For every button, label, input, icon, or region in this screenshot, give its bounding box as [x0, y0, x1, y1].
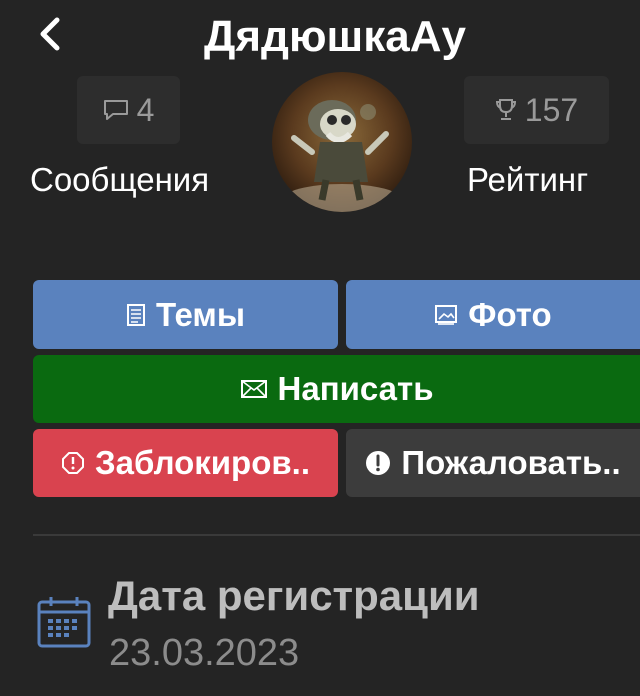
exclamation-circle-icon	[366, 451, 391, 475]
rating-label: Рейтинг	[467, 161, 589, 198]
block-button[interactable]: Заблокиров..	[33, 429, 338, 497]
avatar-photo	[272, 72, 412, 212]
page-title: ДядюшкаАу	[204, 12, 466, 61]
back-button[interactable]	[28, 12, 72, 56]
divider	[33, 534, 640, 536]
avatar[interactable]	[272, 72, 412, 212]
rating-count: 157	[524, 91, 579, 128]
report-button[interactable]: Пожаловать..	[346, 429, 640, 497]
block-label: Заблокиров..	[94, 444, 310, 481]
image-icon	[435, 304, 458, 325]
rating-count-chip[interactable]: 157	[464, 76, 609, 144]
registration-date: 23.03.2023	[109, 632, 300, 674]
write-label: Написать	[277, 370, 434, 407]
document-icon	[126, 303, 145, 326]
topics-button[interactable]: Темы	[33, 280, 338, 349]
topics-label: Темы	[155, 295, 246, 333]
messages-count: 4	[136, 91, 155, 128]
report-label: Пожаловать..	[401, 444, 621, 481]
photo-label: Фото	[468, 295, 552, 333]
comment-icon	[103, 100, 128, 120]
ban-icon	[61, 452, 84, 474]
messages-label: Сообщения	[30, 161, 210, 198]
messages-count-chip[interactable]: 4	[77, 76, 180, 144]
calendar-icon	[36, 594, 92, 650]
write-message-button[interactable]: Написать	[33, 355, 640, 423]
chevron-left-icon	[40, 17, 60, 51]
trophy-icon	[495, 99, 516, 120]
registration-label: Дата регистрации	[108, 572, 480, 619]
photo-button[interactable]: Фото	[346, 280, 640, 349]
envelope-icon	[240, 380, 267, 398]
